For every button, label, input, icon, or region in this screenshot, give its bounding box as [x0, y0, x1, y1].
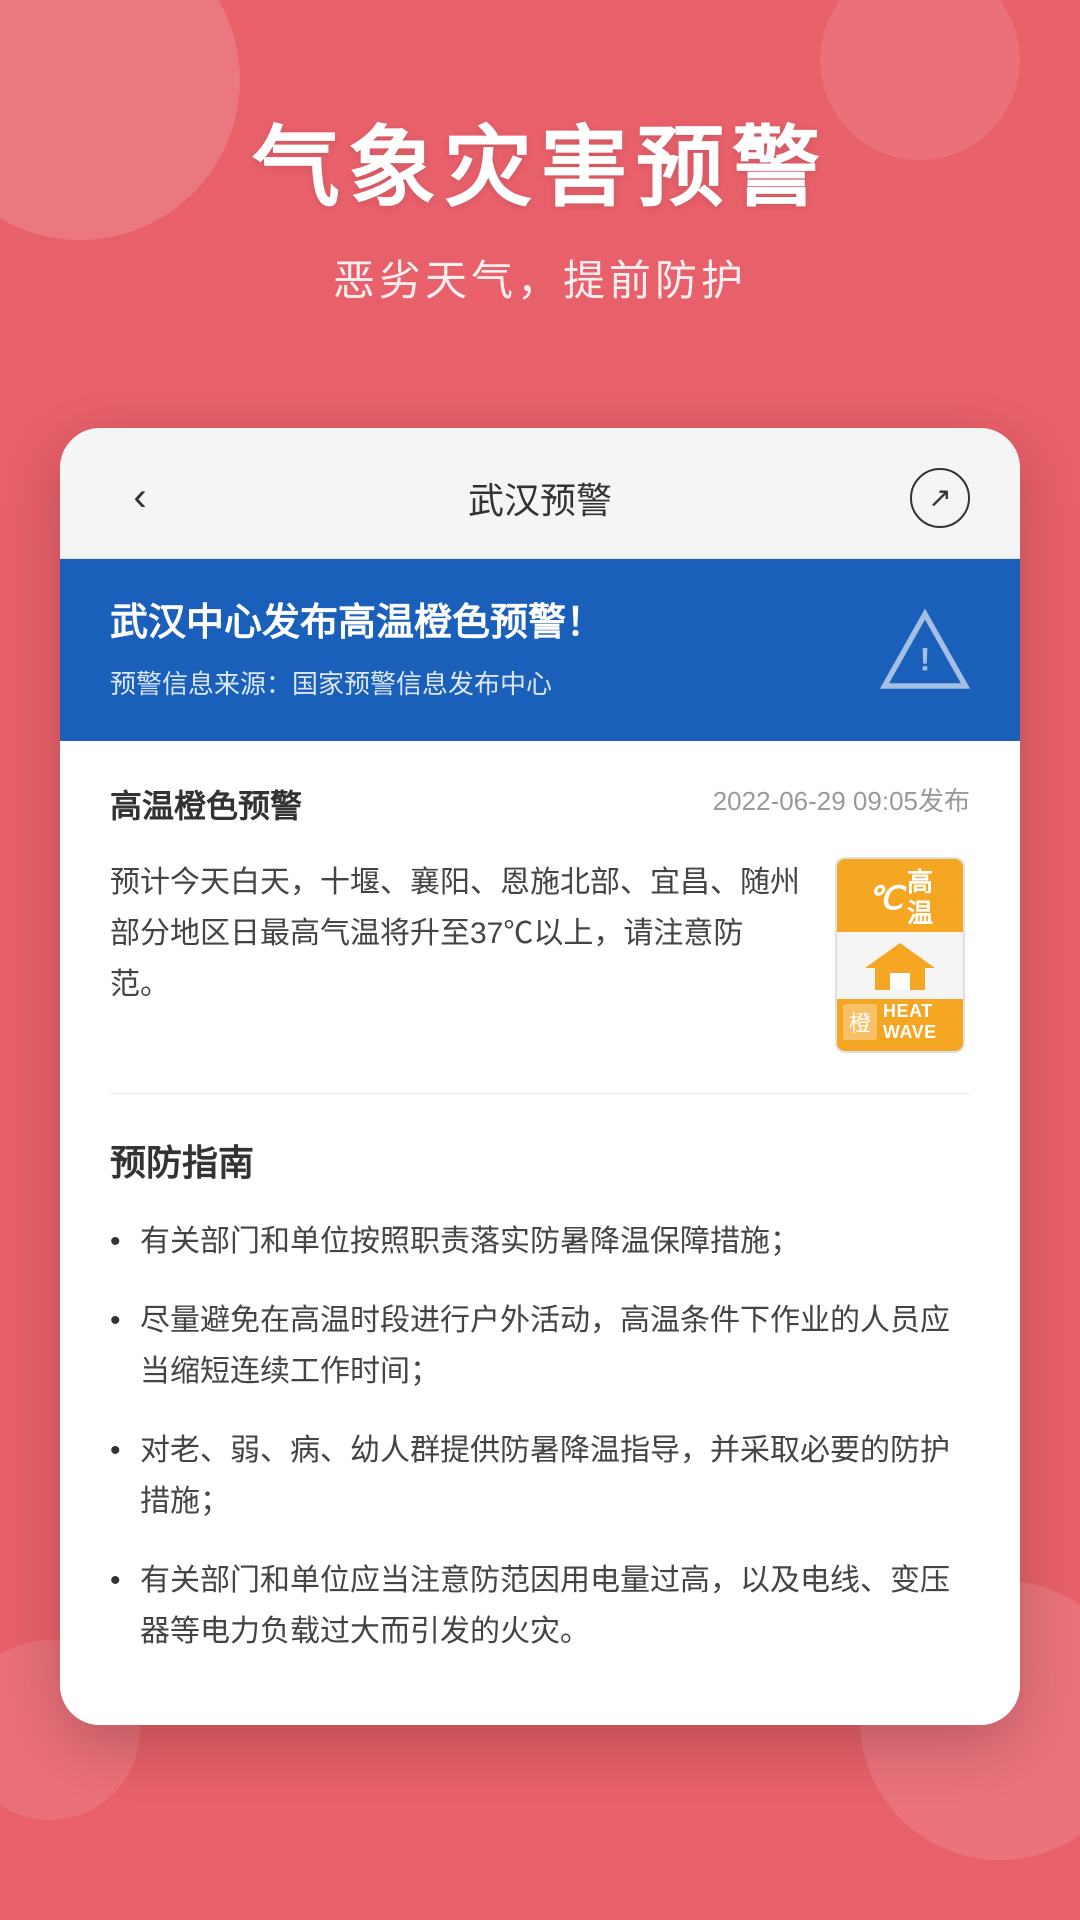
alert-datetime: 2022-06-29 09:05发布: [713, 781, 970, 818]
badge-house-row: [837, 932, 963, 999]
house-icon: [860, 938, 940, 993]
card-nav-title: 武汉预警: [468, 472, 612, 524]
main-title: 气象灾害预警: [60, 120, 1020, 217]
list-item: 尽量避免在高温时段进行户外活动，高温条件下作业的人员应当缩短连续工作时间；: [110, 1295, 970, 1397]
back-button[interactable]: ‹: [110, 475, 170, 520]
list-item: 有关部门和单位按照职责落实防暑降温保障措施；: [110, 1216, 970, 1267]
prevention-list: 有关部门和单位按照职责落实防暑降温保障措施； 尽量避免在高温时段进行户外活动，高…: [110, 1216, 970, 1657]
prevention-title: 预防指南: [110, 1134, 970, 1186]
heat-wave-badge: ℃ 高温 橙 HEAT WAVE: [830, 857, 970, 1052]
alert-banner-content: 武汉中心发布高温橙色预警！ 预警信息来源：国家预警信息发布中心: [110, 599, 860, 701]
badge-top-row: ℃ 高温: [837, 859, 963, 931]
badge-celsius: ℃: [867, 879, 903, 917]
share-button[interactable]: ↗: [910, 468, 970, 528]
list-item: 有关部门和单位应当注意防范因用电量过高，以及电线、变压器等电力负载过大而引发的火…: [110, 1555, 970, 1657]
card-body: 高温橙色预警 2022-06-29 09:05发布 预计今天白天，十堰、襄阳、恩…: [60, 741, 1020, 1724]
card-header: ‹ 武汉预警 ↗: [60, 428, 1020, 559]
list-item: 对老、弱、病、幼人群提供防暑降温指导，并采取必要的防护措施；: [110, 1425, 970, 1527]
badge-heat-wave-label: HEAT WAVE: [883, 1001, 957, 1043]
phone-card: ‹ 武汉预警 ↗ 武汉中心发布高温橙色预警！ 预警信息来源：国家预警信息发布中心…: [60, 428, 1020, 1725]
alert-banner-title: 武汉中心发布高温橙色预警！: [110, 599, 860, 648]
alert-content-row: 预计今天白天，十堰、襄阳、恩施北部、宜昌、随州部分地区日最高气温将升至37℃以上…: [110, 857, 970, 1093]
alert-triangle-icon: !: [880, 605, 970, 695]
badge-inner: ℃ 高温 橙 HEAT WAVE: [835, 857, 965, 1052]
alert-type: 高温橙色预警: [110, 781, 302, 827]
alert-source: 预警信息来源：国家预警信息发布中心: [110, 664, 860, 701]
alert-banner: 武汉中心发布高温橙色预警！ 预警信息来源：国家预警信息发布中心 !: [60, 559, 1020, 741]
badge-label-cn: 高温: [907, 867, 933, 929]
alert-content-text: 预计今天白天，十堰、襄阳、恩施北部、宜昌、随州部分地区日最高气温将升至37℃以上…: [110, 857, 800, 1010]
prevention-section: 预防指南 有关部门和单位按照职责落实防暑降温保障措施； 尽量避免在高温时段进行户…: [110, 1094, 970, 1657]
svg-text:!: !: [920, 642, 931, 678]
header-section: 气象灾害预警 恶劣天气，提前防护: [0, 0, 1080, 368]
alert-info-row: 高温橙色预警 2022-06-29 09:05发布: [110, 781, 970, 827]
sub-title: 恶劣天气，提前防护: [60, 247, 1020, 308]
badge-bottom-row: 橙 HEAT WAVE: [837, 999, 963, 1051]
badge-orange-label: 橙: [843, 1004, 877, 1040]
